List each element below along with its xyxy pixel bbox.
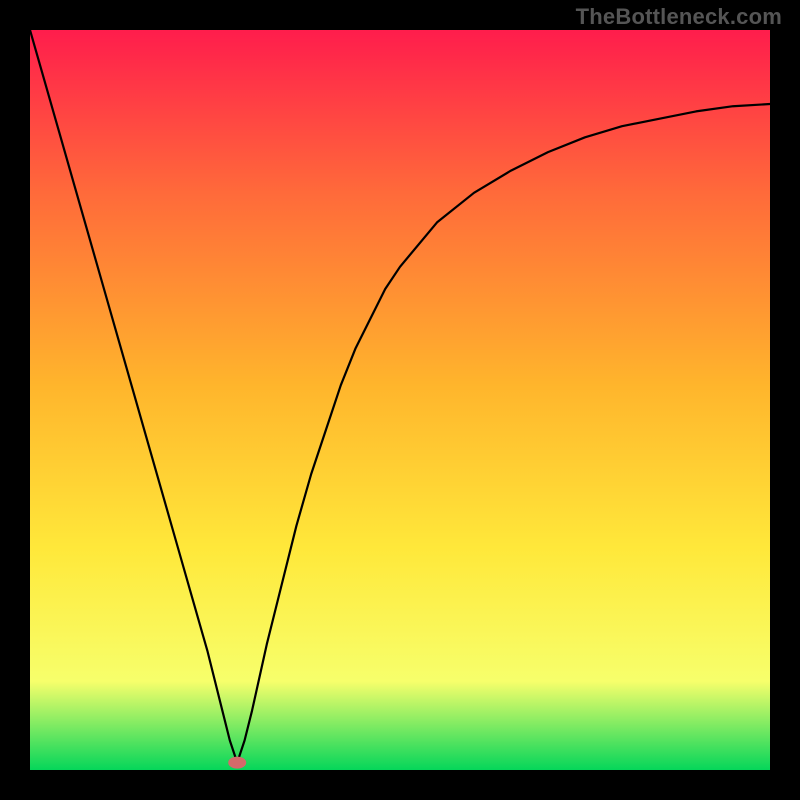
optimum-marker (228, 757, 246, 769)
plot-area (30, 30, 770, 770)
chart-frame: TheBottleneck.com (0, 0, 800, 800)
gradient-background (30, 30, 770, 770)
plot-svg (30, 30, 770, 770)
watermark-text: TheBottleneck.com (576, 4, 782, 30)
